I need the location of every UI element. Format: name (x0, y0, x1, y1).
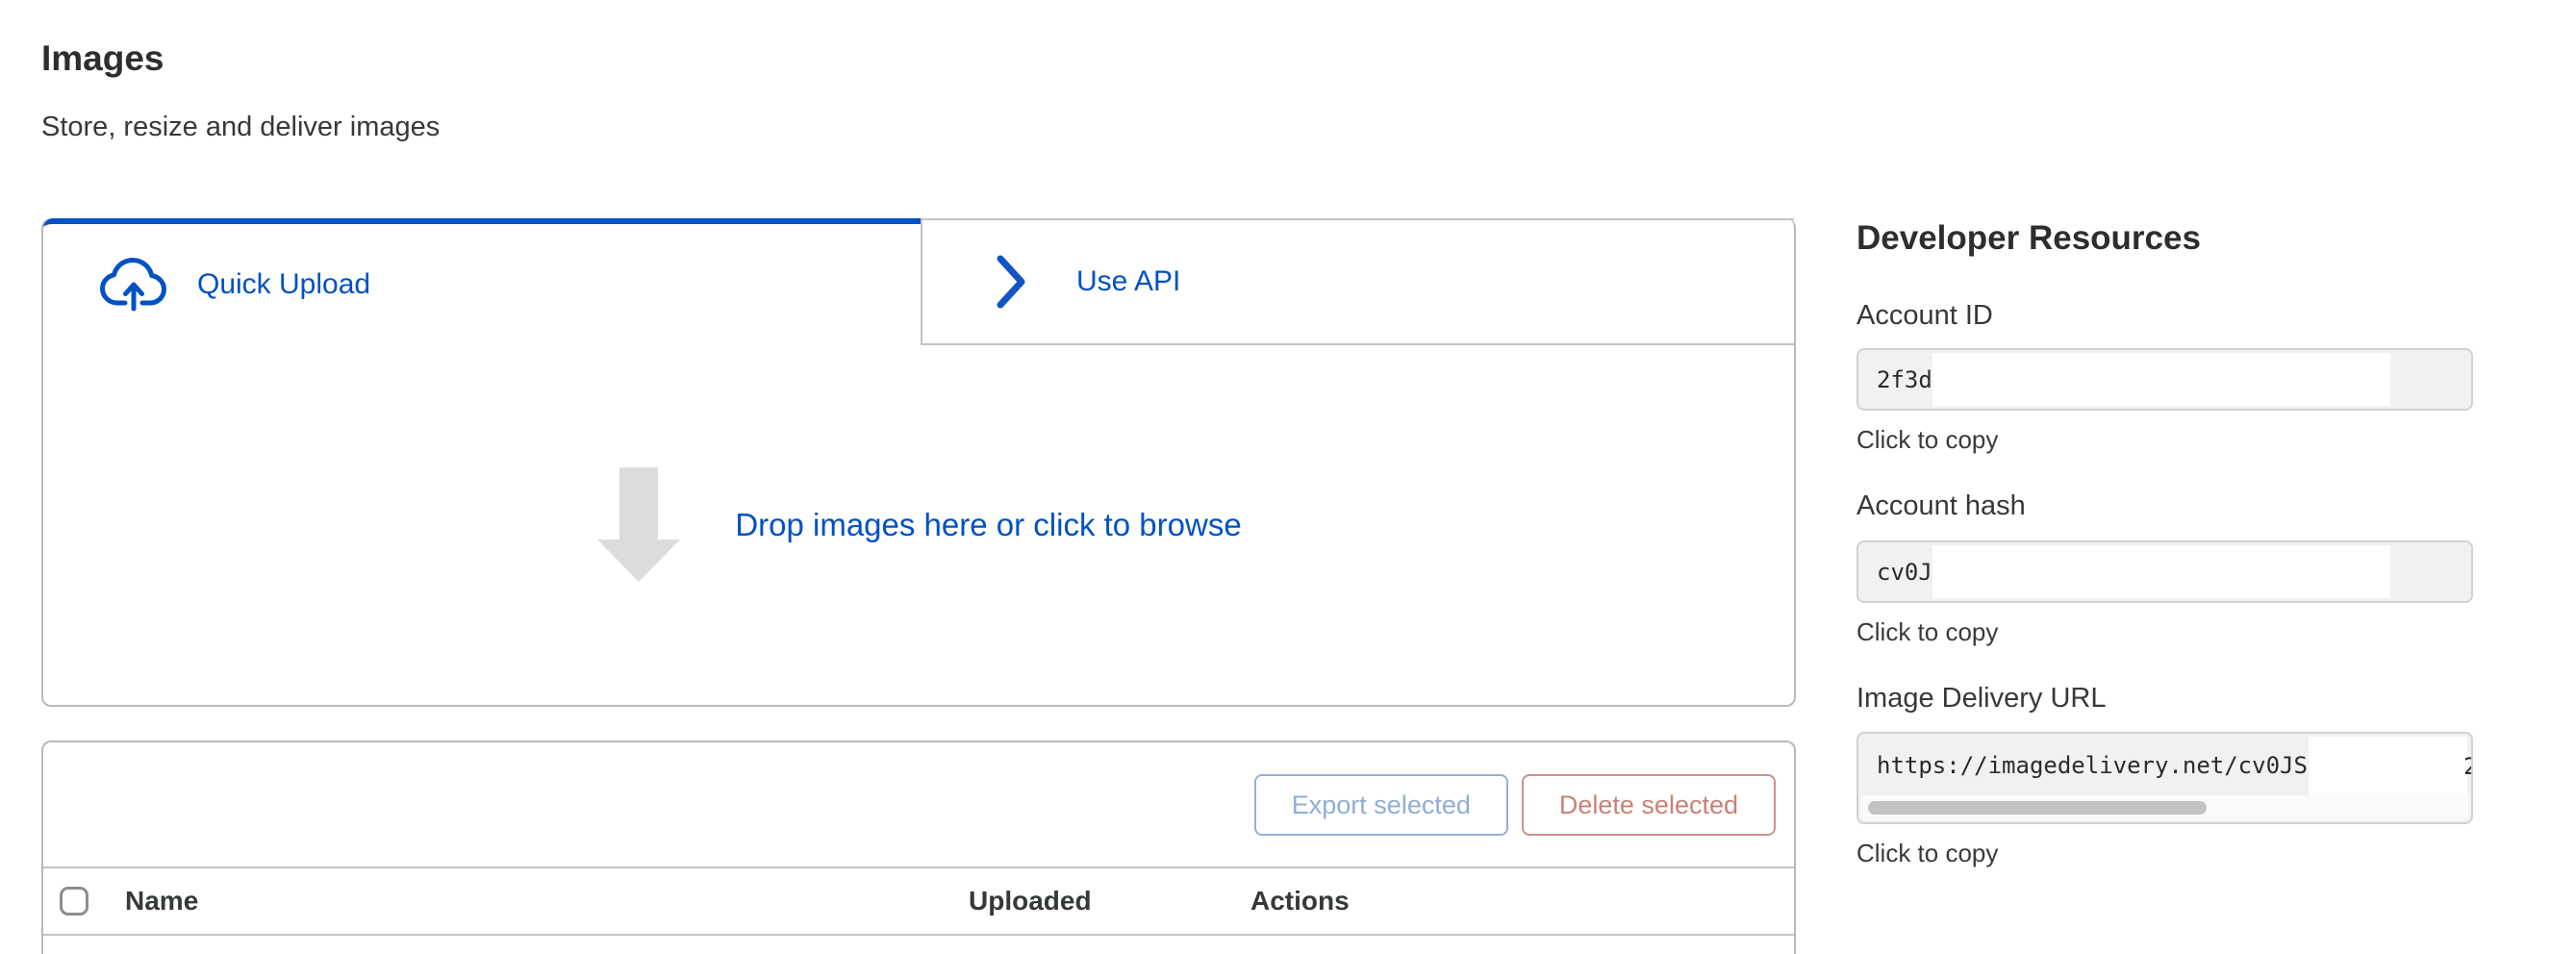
tab-quick-upload[interactable]: Quick Upload (43, 218, 921, 345)
export-selected-button[interactable]: Export selected (1254, 774, 1508, 836)
url-overflow-fragment: 2 (2463, 753, 2471, 782)
redaction-overlay (1932, 545, 2390, 598)
tab-use-api-label: Use API (1076, 265, 1180, 298)
upload-panel: Quick Upload Use API Drop images here or… (41, 218, 1796, 707)
select-all-checkbox[interactable] (60, 887, 88, 916)
dropzone-label: Drop images here or click to browse (735, 507, 1241, 543)
redaction-overlay (1932, 353, 2390, 406)
column-header-actions: Actions (1250, 886, 1350, 916)
account-id-copy-hint: Click to copy (1856, 425, 1998, 455)
image-delivery-url-copy-hint: Click to copy (1856, 839, 1998, 868)
tab-quick-upload-label: Quick Upload (197, 268, 370, 301)
image-delivery-url-label: Image Delivery URL (1856, 683, 2106, 715)
chevron-right-icon (996, 254, 1026, 310)
page-subtitle: Store, resize and deliver images (41, 112, 440, 143)
table-header-row: Name Uploaded Actions (43, 868, 1794, 936)
image-delivery-url-value: https://imagedelivery.net/cv0JS (1877, 752, 2308, 779)
redaction-overlay (2309, 737, 2467, 796)
tab-row: Quick Upload Use API (43, 218, 1794, 345)
list-toolbar: Export selected Delete selected (43, 742, 1794, 868)
column-header-name: Name (125, 886, 198, 916)
column-header-uploaded: Uploaded (969, 886, 1092, 916)
account-hash-value: cv0J (1877, 559, 1932, 586)
cloud-upload-icon (98, 256, 169, 314)
down-arrow-icon (595, 467, 682, 583)
horizontal-scrollbar-thumb[interactable] (1868, 801, 2207, 815)
developer-resources-sidebar: Developer Resources Account ID 2f3d Clic… (1856, 0, 2473, 954)
delete-selected-button[interactable]: Delete selected (1522, 774, 1776, 836)
account-hash-value-box[interactable]: cv0J (1856, 540, 2473, 603)
account-id-label: Account ID (1856, 300, 1993, 332)
horizontal-scrollbar (1860, 795, 2469, 820)
tab-use-api[interactable]: Use API (921, 218, 1794, 345)
developer-resources-title: Developer Resources (1856, 219, 2201, 258)
account-hash-label: Account hash (1856, 490, 2026, 522)
image-list-panel: Export selected Delete selected Name Upl… (41, 741, 1796, 954)
image-delivery-url-value-box[interactable]: https://imagedelivery.net/cv0JS 2 (1856, 732, 2473, 824)
image-dropzone[interactable]: Drop images here or click to browse (43, 345, 1794, 705)
account-id-value: 2f3d (1877, 366, 1932, 393)
account-id-value-box[interactable]: 2f3d (1856, 348, 2473, 411)
account-hash-copy-hint: Click to copy (1856, 617, 1998, 647)
page-title: Images (41, 38, 164, 79)
